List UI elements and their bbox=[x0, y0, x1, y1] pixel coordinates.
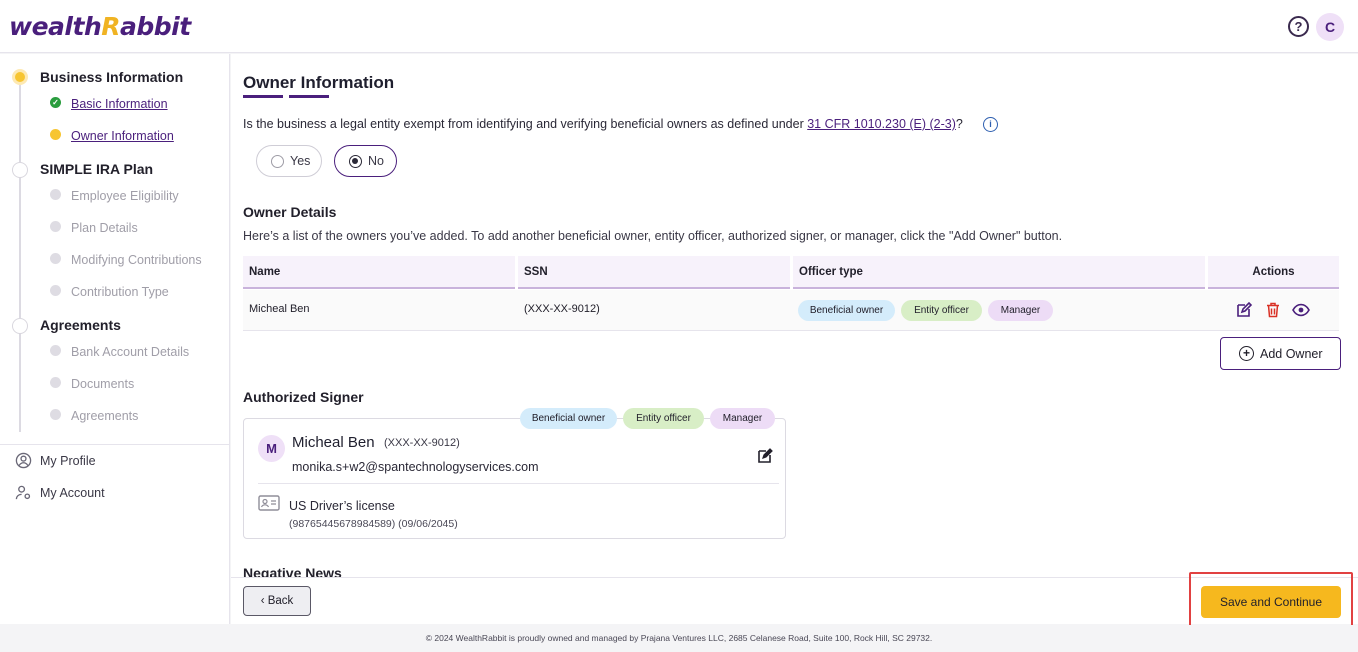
highlight-box bbox=[1189, 572, 1353, 628]
wealthrabbit-logo[interactable]: wealthRabbit bbox=[9, 12, 191, 41]
step-indicator-simple-ira-plan bbox=[12, 162, 28, 178]
app-header: wealthRabbit ? C bbox=[0, 0, 1358, 53]
table-row: Micheal Ben (XXX-XX-9012) Beneficial own… bbox=[243, 290, 1339, 331]
sidebar-item-employee-eligibility[interactable]: Employee Eligibility bbox=[71, 189, 179, 203]
pending-dot-icon bbox=[50, 285, 61, 296]
radio-no[interactable]: No bbox=[334, 145, 397, 177]
step-indicator-agreements bbox=[12, 318, 28, 334]
authorized-signer-title: Authorized Signer bbox=[243, 389, 364, 405]
signer-badge-beneficial-owner: Beneficial owner bbox=[520, 408, 617, 429]
check-icon: ✓ bbox=[50, 97, 61, 108]
title-underline bbox=[243, 95, 283, 98]
pending-dot-icon bbox=[50, 253, 61, 264]
radio-circle-icon bbox=[271, 155, 284, 168]
step-business-information[interactable]: Business Information bbox=[40, 69, 183, 85]
step-simple-ira-plan[interactable]: SIMPLE IRA Plan bbox=[40, 161, 153, 177]
add-owner-button[interactable]: + Add Owner bbox=[1220, 337, 1341, 370]
current-dot-icon bbox=[50, 129, 61, 140]
user-circle-icon bbox=[15, 452, 32, 469]
exempt-question: Is the business a legal entity exempt fr… bbox=[243, 117, 963, 131]
column-ssn: SSN bbox=[518, 256, 790, 289]
owners-table-header: Name SSN Officer type Actions bbox=[243, 256, 1339, 289]
pending-dot-icon bbox=[50, 221, 61, 232]
step-rail bbox=[19, 332, 21, 432]
badge-beneficial-owner: Beneficial owner bbox=[798, 300, 895, 321]
sidebar-item-basic-information[interactable]: Basic Information bbox=[71, 97, 168, 111]
radio-yes[interactable]: Yes bbox=[256, 145, 322, 177]
sidebar-my-account[interactable]: My Account bbox=[40, 486, 105, 500]
owner-details-description: Here’s a list of the owners you’ve added… bbox=[243, 229, 1063, 243]
question-suffix: ? bbox=[955, 117, 963, 131]
sidebar-item-documents[interactable]: Documents bbox=[71, 377, 134, 391]
column-actions: Actions bbox=[1208, 256, 1339, 289]
step-rail bbox=[19, 84, 21, 162]
owner-details-title: Owner Details bbox=[243, 204, 337, 220]
signer-name: Micheal Ben bbox=[292, 434, 375, 451]
id-type: US Driver’s license bbox=[289, 499, 395, 513]
signer-email: monika.s+w2@spantechnologyservices.com bbox=[292, 460, 539, 474]
plus-circle-icon: + bbox=[1239, 346, 1254, 361]
radio-no-label: No bbox=[368, 154, 384, 168]
user-gear-icon bbox=[15, 485, 31, 500]
sidebar-item-agreements[interactable]: Agreements bbox=[71, 409, 138, 423]
info-icon[interactable]: i bbox=[983, 117, 998, 132]
chevron-left-icon: ‹ bbox=[260, 595, 268, 607]
radio-selected-icon bbox=[349, 155, 362, 168]
card-divider bbox=[258, 483, 779, 484]
view-eye-icon[interactable] bbox=[1292, 301, 1310, 319]
owner-name: Micheal Ben bbox=[249, 303, 310, 315]
signer-badge-manager: Manager bbox=[710, 408, 775, 429]
id-detail: (98765445678984589) (09/06/2045) bbox=[289, 518, 458, 530]
step-indicator-business-information bbox=[12, 69, 28, 85]
sidebar-item-bank-account-details[interactable]: Bank Account Details bbox=[71, 345, 189, 359]
back-button[interactable]: ‹ Back bbox=[243, 586, 311, 616]
edit-icon[interactable] bbox=[1235, 301, 1253, 319]
step-rail bbox=[19, 176, 21, 318]
badge-entity-officer: Entity officer bbox=[901, 300, 982, 321]
main-content: Owner Information Is the business a lega… bbox=[231, 54, 1358, 577]
step-agreements[interactable]: Agreements bbox=[40, 317, 121, 333]
id-card-icon bbox=[258, 495, 280, 511]
sidebar-my-profile[interactable]: My Profile bbox=[40, 454, 96, 468]
question-text: Is the business a legal entity exempt fr… bbox=[243, 117, 808, 131]
pending-dot-icon bbox=[50, 189, 61, 200]
badge-manager: Manager bbox=[988, 300, 1053, 321]
sidebar-item-owner-information[interactable]: Owner Information bbox=[71, 129, 174, 143]
title-underline bbox=[289, 95, 329, 98]
sidebar: Business Information ✓ Basic Information… bbox=[0, 54, 230, 624]
sidebar-item-contribution-type[interactable]: Contribution Type bbox=[71, 285, 169, 299]
column-name: Name bbox=[243, 256, 515, 289]
cfr-link[interactable]: 31 CFR 1010.230 (E) (2-3) bbox=[807, 117, 956, 131]
page-title: Owner Information bbox=[243, 73, 395, 92]
user-avatar[interactable]: C bbox=[1316, 13, 1344, 41]
pending-dot-icon bbox=[50, 377, 61, 388]
delete-icon[interactable] bbox=[1264, 301, 1282, 319]
signer-avatar: M bbox=[258, 435, 285, 462]
negative-news-title: Negative News bbox=[243, 565, 342, 577]
column-officer-type: Officer type bbox=[793, 256, 1205, 289]
help-icon[interactable]: ? bbox=[1288, 16, 1309, 37]
radio-yes-label: Yes bbox=[290, 154, 311, 168]
signer-ssn: (XXX-XX-9012) bbox=[384, 437, 460, 449]
edit-signer-icon[interactable] bbox=[756, 447, 774, 465]
sidebar-divider bbox=[0, 444, 229, 445]
pending-dot-icon bbox=[50, 409, 61, 420]
pending-dot-icon bbox=[50, 345, 61, 356]
signer-badge-entity-officer: Entity officer bbox=[623, 408, 704, 429]
sidebar-item-plan-details[interactable]: Plan Details bbox=[71, 221, 138, 235]
footer: © 2024 WealthRabbit is proudly owned and… bbox=[0, 625, 1358, 652]
owner-ssn: (XXX-XX-9012) bbox=[524, 303, 600, 315]
authorized-signer-card: M Micheal Ben (XXX-XX-9012) monika.s+w2@… bbox=[243, 418, 786, 539]
sidebar-item-modifying-contributions[interactable]: Modifying Contributions bbox=[71, 253, 202, 267]
